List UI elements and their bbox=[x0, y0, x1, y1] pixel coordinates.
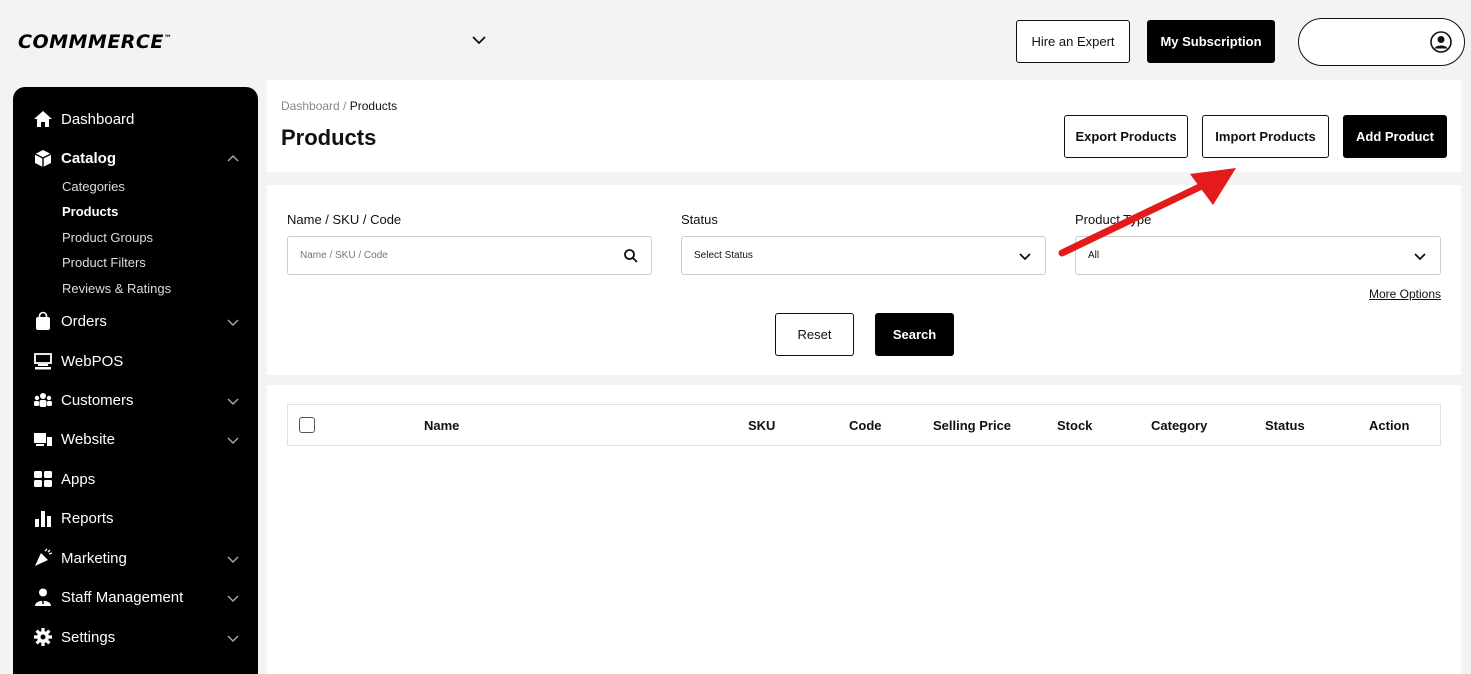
filter-panel: Name / SKU / Code Name / SKU / Code Stat… bbox=[267, 185, 1461, 375]
page-title: Products bbox=[281, 125, 377, 150]
staff-icon bbox=[35, 588, 51, 606]
brand-logo[interactable]: COMMMERCE™ bbox=[18, 31, 172, 53]
sidebar-item-apps[interactable]: Apps bbox=[13, 465, 258, 493]
import-products-button[interactable]: Import Products bbox=[1202, 115, 1329, 158]
sidebar-item-label: Settings bbox=[61, 628, 116, 646]
name-sku-code-placeholder: Name / SKU / Code bbox=[300, 250, 388, 261]
megaphone-icon bbox=[35, 548, 53, 566]
product-type-select[interactable]: All bbox=[1075, 236, 1441, 275]
products-table: Name SKU Code Selling Price Stock Catego… bbox=[267, 385, 1461, 674]
column-header-category[interactable]: Category bbox=[1151, 418, 1207, 433]
store-switcher-chevron-icon[interactable] bbox=[470, 31, 488, 49]
search-button[interactable]: Search bbox=[875, 313, 954, 356]
sidebar-item-label: Customers bbox=[61, 391, 134, 409]
sidebar-item-catalog[interactable]: Catalog bbox=[13, 144, 258, 172]
product-type-value: All bbox=[1088, 250, 1100, 261]
user-avatar-icon bbox=[1430, 31, 1452, 53]
gear-icon bbox=[34, 628, 52, 646]
sidebar-item-label: Marketing bbox=[61, 549, 127, 567]
catalog-sub-product-groups[interactable]: Product Groups bbox=[62, 230, 153, 245]
chevron-down-icon bbox=[227, 437, 239, 444]
status-select-value: Select Status bbox=[694, 250, 753, 261]
sidebar-item-settings[interactable]: Settings bbox=[13, 623, 258, 651]
column-header-name[interactable]: Name bbox=[424, 418, 459, 433]
top-bar: COMMMERCE™ Hire an Expert My Subscriptio… bbox=[0, 0, 1471, 80]
sidebar-item-label: Apps bbox=[61, 470, 96, 488]
column-header-sku[interactable]: SKU bbox=[748, 418, 775, 433]
product-type-label: Product Type bbox=[1075, 212, 1152, 227]
chevron-up-icon bbox=[227, 155, 239, 162]
page-header: Dashboard / Products Products Export Pro… bbox=[267, 80, 1461, 172]
name-sku-code-label: Name / SKU / Code bbox=[287, 212, 402, 227]
breadcrumb-current: Products bbox=[349, 99, 398, 113]
breadcrumb-separator: / bbox=[339, 99, 350, 113]
sidebar-item-label: Dashboard bbox=[61, 110, 135, 128]
breadcrumb-dashboard-link[interactable]: Dashboard bbox=[281, 99, 340, 113]
sidebar-item-webpos[interactable]: WebPOS bbox=[13, 347, 258, 375]
sidebar-item-staff-management[interactable]: Staff Management bbox=[13, 583, 258, 611]
column-header-status[interactable]: Status bbox=[1265, 418, 1305, 433]
column-header-code[interactable]: Code bbox=[849, 418, 882, 433]
chevron-down-icon bbox=[227, 635, 239, 642]
name-sku-code-input[interactable]: Name / SKU / Code bbox=[287, 236, 652, 275]
sidebar-item-reports[interactable]: Reports bbox=[13, 504, 258, 532]
more-options-link[interactable]: More Options bbox=[1369, 287, 1441, 301]
apps-icon bbox=[34, 471, 52, 487]
select-all-checkbox[interactable] bbox=[299, 417, 315, 433]
sidebar-item-website[interactable]: Website bbox=[13, 425, 258, 453]
sidebar-item-label: Website bbox=[61, 430, 115, 448]
my-subscription-button[interactable]: My Subscription bbox=[1147, 20, 1275, 63]
column-header-selling-price[interactable]: Selling Price bbox=[933, 418, 1011, 433]
shopping-bag-icon bbox=[36, 311, 50, 330]
sidebar-item-dashboard[interactable]: Dashboard bbox=[13, 105, 258, 133]
sidebar-item-label: Catalog bbox=[61, 149, 117, 167]
table-header-row: Name SKU Code Selling Price Stock Catego… bbox=[287, 404, 1441, 446]
chevron-down-icon bbox=[1019, 253, 1031, 261]
sidebar-item-label: Staff Management bbox=[61, 588, 184, 606]
chevron-down-icon bbox=[227, 595, 239, 602]
sidebar: Dashboard Catalog Categories Products Pr… bbox=[13, 87, 258, 674]
sidebar-item-label: Orders bbox=[61, 312, 107, 330]
sidebar-item-orders[interactable]: Orders bbox=[13, 307, 258, 335]
breadcrumb: Dashboard / Products bbox=[281, 99, 397, 113]
sidebar-item-label: Reports bbox=[61, 509, 114, 527]
catalog-sub-product-filters[interactable]: Product Filters bbox=[62, 255, 146, 270]
chevron-down-icon bbox=[227, 319, 239, 326]
reset-button[interactable]: Reset bbox=[775, 313, 854, 356]
users-icon bbox=[34, 393, 52, 407]
website-icon bbox=[34, 433, 52, 446]
hire-expert-button[interactable]: Hire an Expert bbox=[1016, 20, 1130, 63]
export-products-button[interactable]: Export Products bbox=[1064, 115, 1188, 158]
box-icon bbox=[34, 150, 52, 167]
add-product-button[interactable]: Add Product bbox=[1343, 115, 1447, 158]
chevron-down-icon bbox=[1414, 253, 1426, 261]
account-menu[interactable] bbox=[1298, 18, 1465, 66]
column-header-stock[interactable]: Stock bbox=[1057, 418, 1092, 433]
chevron-down-icon bbox=[227, 556, 239, 563]
status-select[interactable]: Select Status bbox=[681, 236, 1046, 275]
sidebar-item-marketing[interactable]: Marketing bbox=[13, 544, 258, 572]
catalog-sub-categories[interactable]: Categories bbox=[62, 179, 125, 194]
column-header-action[interactable]: Action bbox=[1369, 418, 1409, 433]
pos-icon bbox=[34, 353, 52, 370]
sidebar-item-label: WebPOS bbox=[61, 352, 124, 370]
catalog-sub-products[interactable]: Products bbox=[62, 204, 118, 219]
catalog-sub-reviews-ratings[interactable]: Reviews & Ratings bbox=[62, 281, 171, 296]
status-label: Status bbox=[681, 212, 718, 227]
bar-chart-icon bbox=[35, 511, 51, 527]
home-icon bbox=[34, 111, 52, 127]
search-icon[interactable] bbox=[623, 248, 639, 264]
chevron-down-icon bbox=[227, 398, 239, 405]
sidebar-item-customers[interactable]: Customers bbox=[13, 386, 258, 414]
